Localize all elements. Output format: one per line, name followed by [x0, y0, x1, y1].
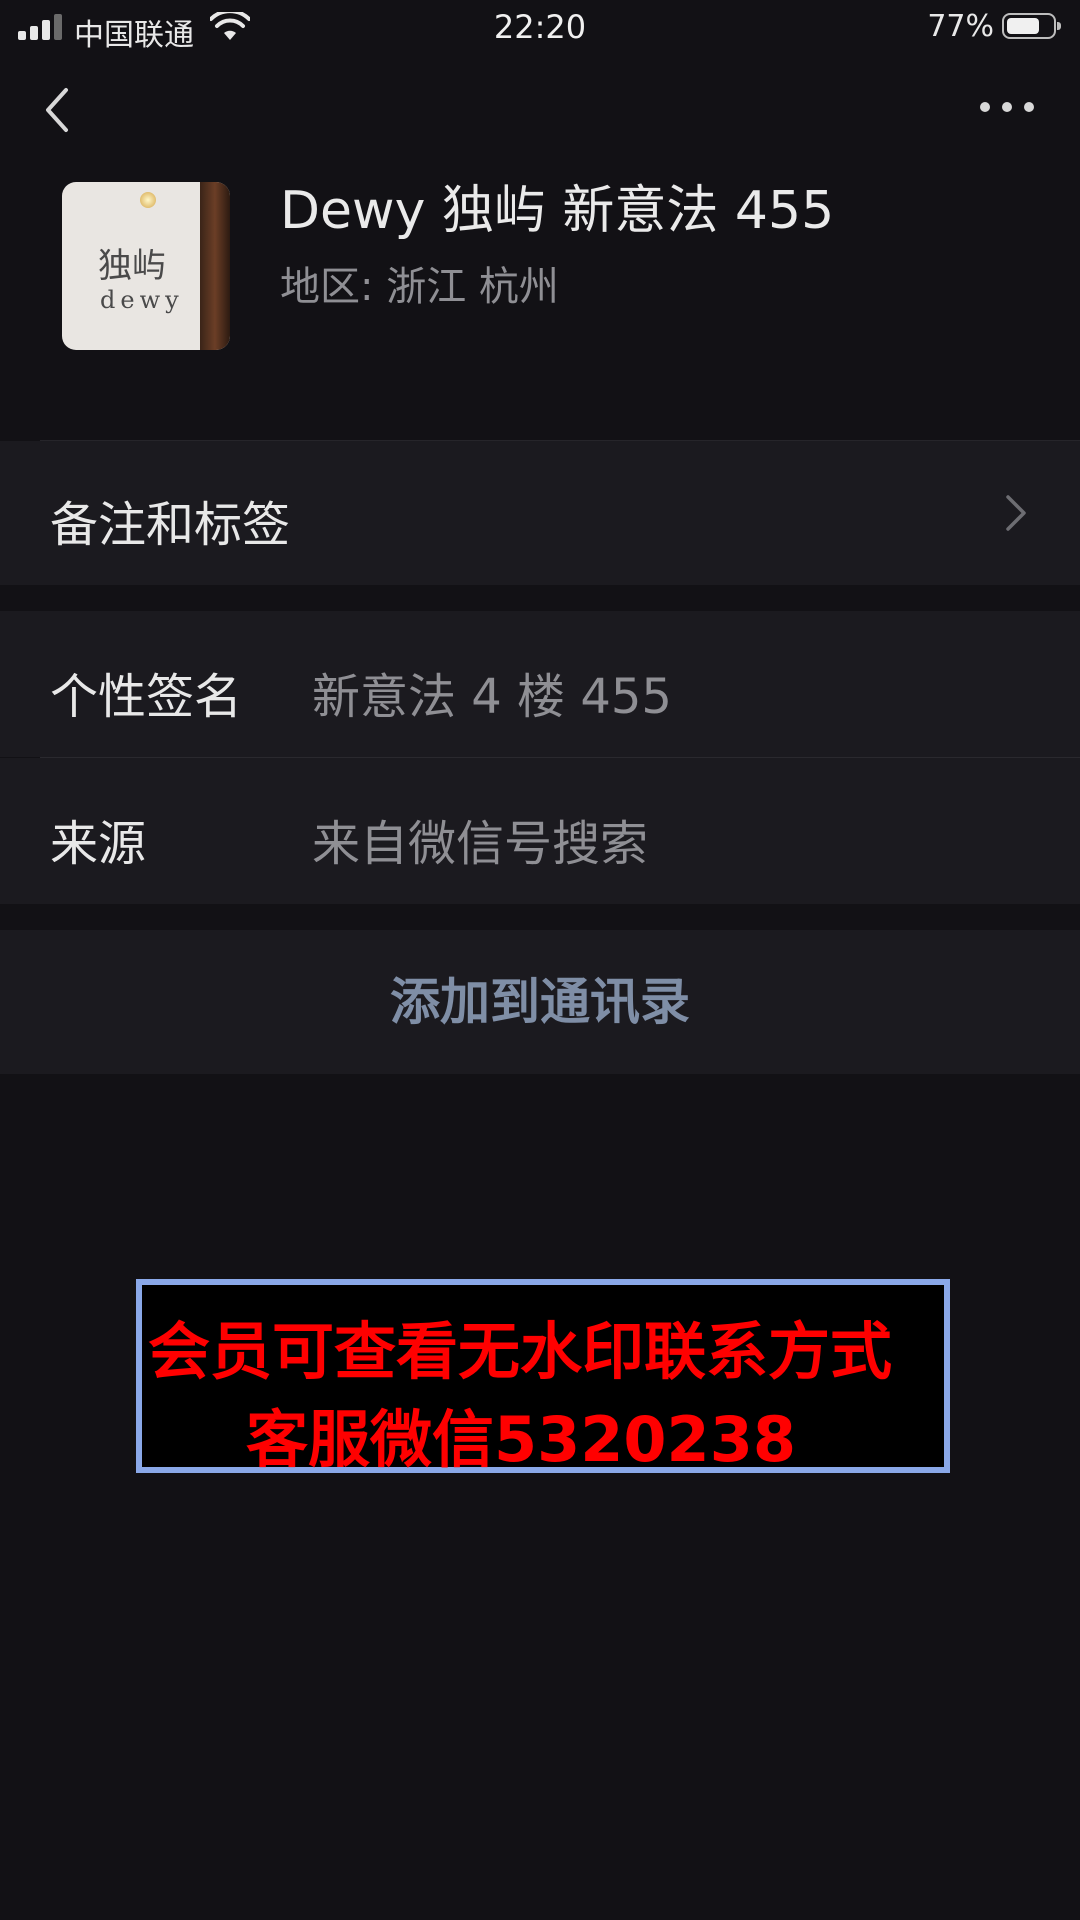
- add-to-contacts-button[interactable]: 添加到通讯录: [0, 930, 1080, 1074]
- battery-icon: [1002, 13, 1061, 39]
- contact-name: Dewy 独屿 新意法 455: [280, 181, 835, 241]
- remark-tags-label: 备注和标签: [50, 497, 291, 553]
- signature-row: 个性签名 新意法 4 楼 455: [0, 611, 1080, 757]
- contact-region: 地区: 浙江 杭州: [280, 264, 559, 310]
- battery-percent: 77%: [927, 9, 994, 44]
- section-gap: [0, 904, 1080, 930]
- chevron-left-icon[interactable]: [40, 86, 76, 134]
- signature-label: 个性签名: [50, 669, 243, 725]
- battery-fill: [1007, 18, 1040, 34]
- avatar-logo-subtext: dewy: [100, 286, 184, 314]
- watermark-line-1: 会员可查看无水印联系方式: [148, 1315, 893, 1388]
- source-row: 来源 来自微信号搜索: [0, 758, 1080, 904]
- remark-tags-row[interactable]: 备注和标签: [0, 441, 1080, 585]
- source-label: 来源: [50, 816, 147, 872]
- avatar-logo-text: 独屿: [98, 246, 166, 286]
- ellipsis-icon[interactable]: [980, 100, 1036, 114]
- watermark-banner: 会员可查看无水印联系方式 客服微信5320238: [136, 1279, 950, 1476]
- signature-value: 新意法 4 楼 455: [312, 669, 672, 725]
- chevron-right-icon: [1006, 495, 1026, 531]
- section-gap: [0, 585, 1080, 611]
- avatar[interactable]: 独屿 dewy: [62, 182, 230, 350]
- clock-time: 22:20: [493, 8, 587, 46]
- watermark-line-2: 客服微信5320238: [246, 1403, 796, 1476]
- status-bar: 中国联通 22:20 77%: [0, 0, 1080, 56]
- source-value: 来自微信号搜索: [312, 816, 649, 872]
